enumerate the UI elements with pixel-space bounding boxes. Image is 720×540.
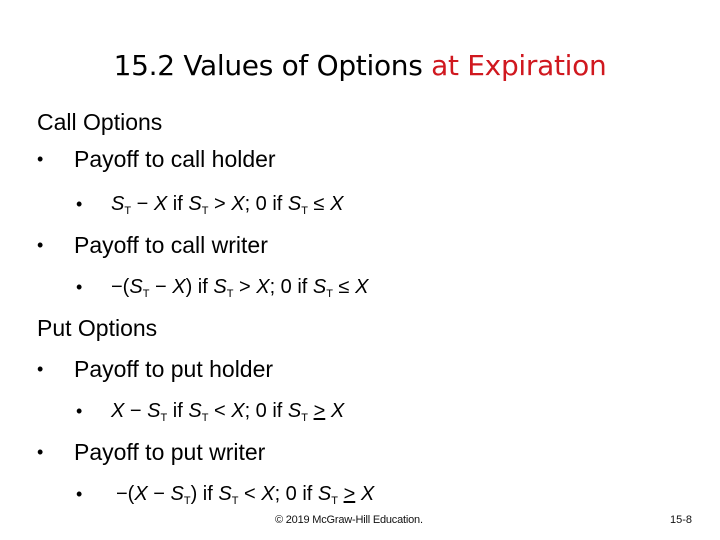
slide-title: 15.2 Values of Options at Expiration [0, 46, 720, 86]
put-options-heading: Put Options [37, 315, 158, 341]
bullet: • [76, 277, 83, 297]
bullet: • [37, 235, 44, 255]
put-holder-formula: X − ST if ST < X; 0 if ST > X [111, 400, 345, 424]
title-main: 15.2 Values of Options [113, 49, 432, 82]
bullet: • [76, 484, 83, 504]
call-options-heading: Call Options [37, 109, 163, 135]
bullet: • [76, 194, 83, 214]
title-accent: at Expiration [431, 49, 607, 82]
put-holder-label: Payoff to put holder [74, 356, 274, 382]
put-writer-label: Payoff to put writer [74, 439, 266, 465]
put-writer-formula: −(X − ST) if ST < X; 0 if ST > X [116, 483, 375, 507]
call-writer-formula: −(ST − X) if ST > X; 0 if ST ≤ X [111, 276, 369, 300]
bullet: • [76, 401, 83, 421]
call-holder-label: Payoff to call holder [74, 146, 276, 172]
copyright-footer: © 2019 McGraw-Hill Education. [275, 514, 423, 526]
bullet: • [37, 359, 44, 379]
bullet: • [37, 149, 44, 169]
call-holder-formula: ST − X if ST > X; 0 if ST ≤ X [111, 193, 344, 217]
page-number: 15-8 [670, 514, 693, 526]
bullet: • [37, 442, 44, 462]
call-writer-label: Payoff to call writer [74, 232, 268, 258]
